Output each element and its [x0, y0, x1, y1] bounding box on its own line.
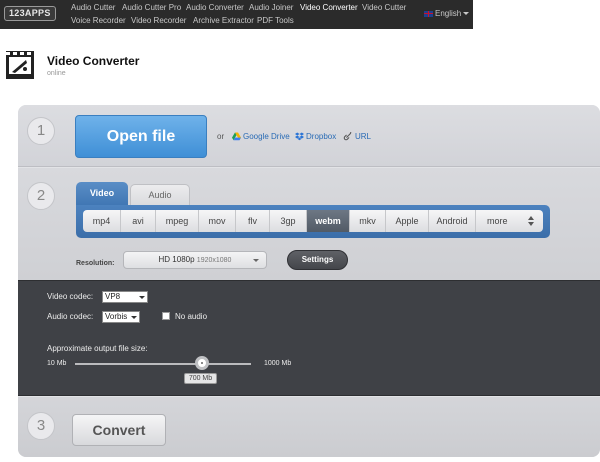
format-list: mp4 avi mpeg mov flv 3gp webm mkv Apple …	[83, 210, 543, 232]
audio-codec-label: Audio codec:	[47, 312, 94, 321]
nav-link-audio-cutter-pro[interactable]: Audio Cutter Pro	[122, 3, 181, 12]
dropbox-icon[interactable]	[295, 132, 304, 141]
language-label: English	[435, 9, 462, 18]
step-number-2: 2	[27, 182, 55, 210]
no-audio-checkbox[interactable]	[162, 312, 170, 320]
converter-panel: 1 Open file or Google Drive Dropbox URL …	[18, 105, 600, 457]
nav-link-audio-cutter[interactable]: Audio Cutter	[71, 3, 115, 12]
nav-link-video-recorder[interactable]: Video Recorder	[131, 16, 186, 25]
nav-link-archive-extractor[interactable]: Archive Extractor	[193, 16, 254, 25]
step-number-3: 3	[27, 412, 55, 440]
open-file-button[interactable]: Open file	[75, 115, 207, 158]
nav-link-audio-converter[interactable]: Audio Converter	[186, 3, 244, 12]
format-webm[interactable]: webm	[307, 210, 350, 232]
chevron-down-icon	[139, 296, 145, 299]
nav-link-pdf-tools[interactable]: PDF Tools	[257, 16, 294, 25]
tab-video[interactable]: Video	[76, 182, 128, 206]
format-avi[interactable]: avi	[121, 210, 156, 232]
format-bar: mp4 avi mpeg mov flv 3gp webm mkv Apple …	[76, 205, 550, 238]
chevron-down-icon	[253, 259, 259, 262]
chevron-down-icon	[463, 12, 470, 16]
or-label: or	[217, 132, 225, 141]
settings-button[interactable]: Settings	[287, 250, 348, 270]
google-drive-link[interactable]: Google Drive	[243, 132, 290, 141]
format-more[interactable]: more	[476, 210, 543, 232]
video-codec-value: VP8	[105, 292, 121, 301]
page-title: Video Converter	[47, 54, 140, 68]
file-size-label: Approximate output file size:	[47, 344, 148, 353]
format-more-label: more	[487, 216, 508, 226]
chevron-down-icon	[131, 316, 137, 319]
file-size-slider-track[interactable]	[75, 363, 251, 365]
resolution-value: HD 1080p	[158, 255, 195, 264]
format-3gp[interactable]: 3gp	[270, 210, 307, 232]
uk-flag-icon	[424, 10, 433, 17]
nav-link-video-converter[interactable]: Video Converter	[300, 3, 358, 12]
link-icon[interactable]	[343, 132, 352, 141]
format-mpeg[interactable]: mpeg	[156, 210, 199, 232]
format-mov[interactable]: mov	[199, 210, 236, 232]
resolution-label: Resolution:	[76, 260, 115, 267]
language-selector[interactable]: English	[424, 9, 470, 18]
file-size-slider-handle[interactable]	[195, 356, 209, 370]
step-open-file: 1 Open file or Google Drive Dropbox URL	[18, 105, 600, 167]
convert-button[interactable]: Convert	[72, 414, 166, 446]
nav-link-audio-joiner[interactable]: Audio Joiner	[249, 3, 293, 12]
format-android[interactable]: Android	[429, 210, 476, 232]
video-codec-label: Video codec:	[47, 292, 94, 301]
audio-codec-select[interactable]: Vorbis	[102, 311, 140, 323]
nav-link-video-cutter[interactable]: Video Cutter	[362, 3, 406, 12]
nav-link-voice-recorder[interactable]: Voice Recorder	[71, 16, 126, 25]
step-number-1: 1	[27, 117, 55, 145]
file-size-tooltip: 700 Mb	[184, 373, 217, 384]
no-audio-label: No audio	[175, 312, 208, 321]
tab-audio[interactable]: Audio	[130, 184, 190, 206]
format-mp4[interactable]: mp4	[83, 210, 121, 232]
google-drive-icon[interactable]	[232, 132, 241, 141]
resolution-select[interactable]: HD 1080p 1920x1080	[123, 251, 267, 269]
video-codec-select[interactable]: VP8	[102, 291, 148, 303]
format-apple[interactable]: Apple	[386, 210, 429, 232]
format-mkv[interactable]: mkv	[350, 210, 386, 232]
video-converter-app-icon	[6, 51, 34, 79]
site-logo[interactable]: 123APPS	[4, 6, 56, 21]
top-navigation: 123APPS Audio Cutter Audio Cutter Pro Au…	[0, 0, 473, 29]
file-size-min: 10 Mb	[47, 360, 67, 367]
format-flv[interactable]: flv	[236, 210, 270, 232]
audio-codec-value: Vorbis	[105, 312, 128, 321]
url-link[interactable]: URL	[355, 132, 371, 141]
dropbox-link[interactable]: Dropbox	[306, 132, 336, 141]
page-subtitle: online	[47, 70, 66, 77]
resolution-size: 1920x1080	[196, 257, 232, 264]
file-size-max: 1000 Mb	[264, 360, 292, 367]
up-down-arrows-icon	[528, 216, 534, 226]
